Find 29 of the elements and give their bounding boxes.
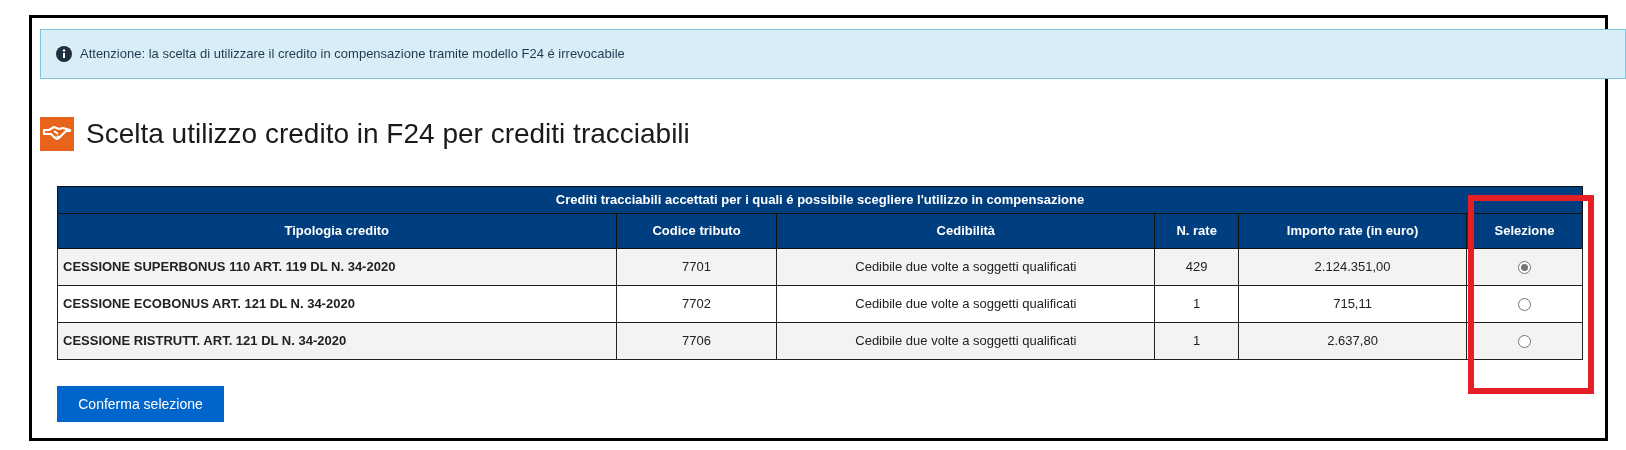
table-cell: CESSIONE SUPERBONUS 110 ART. 119 DL N. 34-2020 [57, 248, 617, 286]
radio-button[interactable] [1518, 261, 1531, 275]
alert-text: Attenzione: la scelta di utilizzare il credito in compensazione tramite modello F24 é irrevocabile [80, 45, 625, 64]
table-cell: Cedibile due volte a soggetti qualificati [777, 285, 1155, 323]
column-header: Tipologia credito [57, 213, 617, 249]
confirm-button[interactable]: Conferma selezione [57, 386, 224, 422]
info-icon [56, 46, 72, 62]
radio-button[interactable] [1518, 298, 1531, 312]
table-cell: 7706 [616, 322, 777, 360]
table-cell: 2.124.351,00 [1238, 248, 1467, 286]
table-cell: CESSIONE ECOBONUS ART. 121 DL N. 34-2020 [57, 285, 617, 323]
column-header: Codice tributo [616, 213, 777, 249]
table-caption: Crediti tracciabili accettati per i quali é possibile scegliere l'utilizzo in compensazione [57, 186, 1583, 214]
column-header: N. rate [1154, 213, 1239, 249]
column-header: Importo rate (in euro) [1238, 213, 1467, 249]
table-cell: Cedibile due volte a soggetti qualificati [777, 322, 1155, 360]
table-cell: 7702 [616, 285, 777, 323]
table-cell: 1 [1154, 285, 1239, 323]
table-cell: CESSIONE RISTRUTT. ART. 121 DL N. 34-2020 [57, 322, 617, 360]
table-cell: 715,11 [1238, 285, 1467, 323]
handshake-icon [40, 117, 74, 151]
column-header: Cedibilità [777, 213, 1155, 249]
table-cell: 7701 [616, 248, 777, 286]
table-cell: 429 [1154, 248, 1239, 286]
table-cell: Cedibile due volte a soggetti qualificati [777, 248, 1155, 286]
table-cell: 1 [1154, 322, 1239, 360]
page-title: Scelta utilizzo credito in F24 per crediti tracciabili [86, 120, 690, 148]
radio-button[interactable] [1518, 335, 1531, 349]
table-cell: 2.637,80 [1238, 322, 1467, 360]
